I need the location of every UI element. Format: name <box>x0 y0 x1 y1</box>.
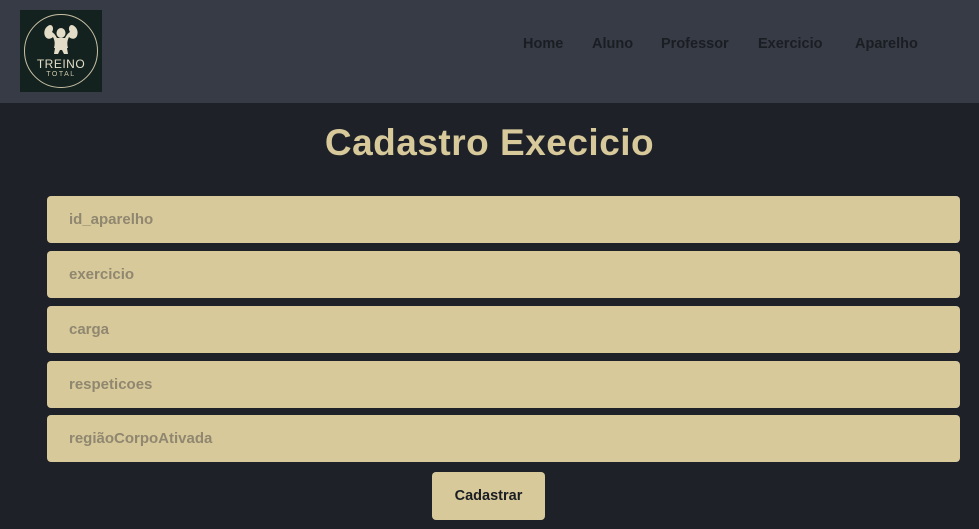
nav-link-professor[interactable]: Professor <box>661 36 729 52</box>
page-title: Cadastro Execicio <box>324 122 655 163</box>
carga-field[interactable] <box>47 306 960 353</box>
id-aparelho-field[interactable] <box>47 196 960 243</box>
header: TREINO TOTAL Home Aluno Professor Exerci… <box>0 0 979 103</box>
nav-link-home[interactable]: Home <box>523 36 563 52</box>
respeticoes-field[interactable] <box>47 361 960 408</box>
main-nav: Home Aluno Professor Exercicio Aparelho <box>0 36 979 56</box>
logo-wordmark: TREINO <box>36 57 86 71</box>
nav-link-aluno[interactable]: Aluno <box>592 36 633 52</box>
cadastrar-button[interactable]: Cadastrar <box>432 472 545 520</box>
nav-link-exercicio[interactable]: Exercicio <box>758 36 823 52</box>
nav-link-aparelho[interactable]: Aparelho <box>855 36 918 52</box>
exercicio-field[interactable] <box>47 251 960 298</box>
regiao-corpo-ativada-field[interactable] <box>47 415 960 462</box>
logo-subtitle: TOTAL <box>46 71 76 78</box>
